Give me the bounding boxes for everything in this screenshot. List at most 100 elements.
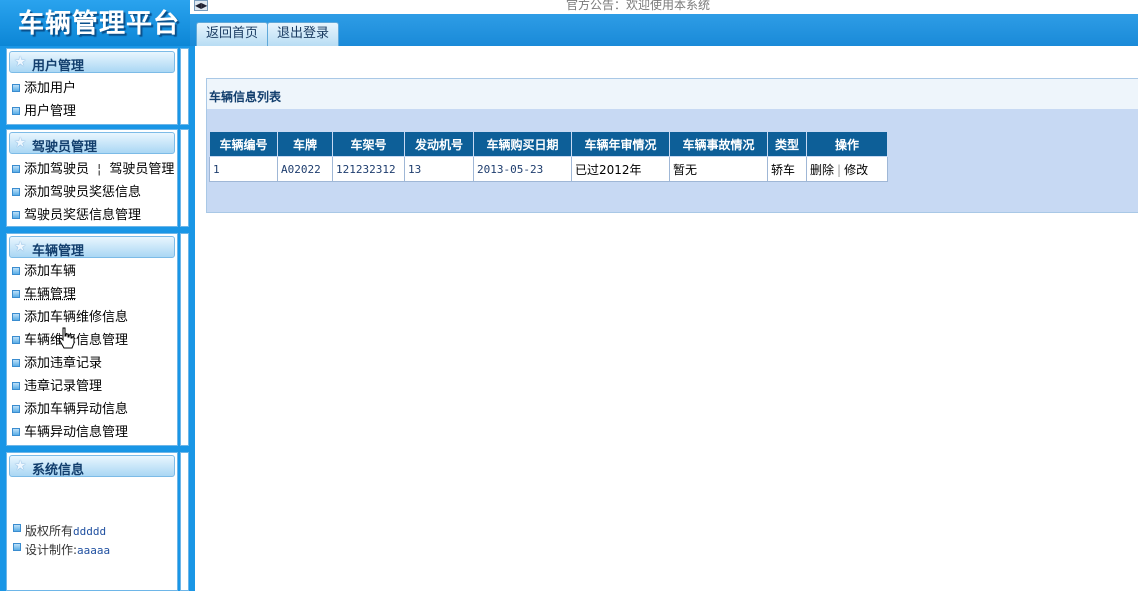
square-bullet-icon	[12, 336, 20, 344]
sidebar-item-label: 车辆异动信息管理	[24, 425, 129, 440]
section-header-drivers[interactable]: ★ 驾驶员管理	[9, 132, 175, 155]
sidebar-section-users: ★ 用户管理 添加用户 用户管理	[6, 48, 178, 125]
sidebar-item-add-repair[interactable]: 添加车辆维修信息	[12, 310, 128, 326]
sidebar-item-add-transfer[interactable]: 添加车辆异动信息	[12, 402, 128, 418]
design-value: aaaaa	[77, 544, 111, 557]
col-header-inspection: 车辆年审情况	[571, 131, 670, 157]
list-title: 车辆信息列表	[209, 90, 282, 104]
cell-inspection: 已过2012年	[571, 156, 670, 182]
action-separator: |	[837, 162, 842, 177]
table-row: 1 A02022 121232312 13 2013-05-23 已过2012年…	[209, 156, 888, 182]
sidebar-item-label: 添加车辆维修信息	[24, 310, 129, 325]
star-icon: ★	[14, 458, 27, 474]
sidebar-item-label: 添加车辆异动信息	[24, 402, 129, 417]
sidebar-section-system-info: ★ 系统信息 版权所有ddddd 设计制作:aaaaa	[6, 452, 178, 591]
sidebar-item-label: 用户管理	[24, 104, 77, 119]
sidebar-item-label: 添加用户	[24, 81, 77, 96]
copyright-value: ddddd	[73, 525, 107, 538]
sidebar-item-add-user[interactable]: 添加用户	[12, 81, 76, 97]
hand-pointer-icon	[58, 327, 75, 349]
col-header-engine: 发动机号	[404, 131, 474, 157]
star-icon: ★	[14, 239, 27, 255]
panel-side-bar	[180, 233, 189, 446]
sidebar-item-add-driver-reward[interactable]: 添加驾驶员奖惩信息	[12, 185, 141, 201]
design-line: 设计制作:aaaaa	[13, 541, 110, 558]
cell-actions: 删除 | 修改	[806, 156, 888, 182]
col-header-accident: 车辆事故情况	[669, 131, 768, 157]
section-title: 系统信息	[32, 463, 85, 478]
col-header-frame: 车架号	[332, 131, 405, 157]
square-bullet-icon	[12, 405, 20, 413]
collapse-toggle-icon[interactable]: ◀▶	[194, 0, 208, 11]
cell-frame: 121232312	[332, 156, 405, 182]
square-bullet-icon	[12, 211, 20, 219]
square-bullet-icon	[12, 84, 20, 92]
sidebar-item-label: 违章记录管理	[24, 379, 103, 394]
cell-id: 1	[209, 156, 278, 182]
square-bullet-icon	[12, 313, 20, 321]
section-header-system-info[interactable]: ★ 系统信息	[9, 455, 175, 478]
cell-purchase-date: 2013-05-23	[473, 156, 572, 182]
sidebar-item-label: 添加驾驶员奖惩信息	[24, 185, 142, 200]
tab-logout[interactable]: 退出登录	[267, 22, 340, 46]
main-content: 车辆信息列表 车辆编号 车牌 车架号 发动机号 车辆购买日期 车辆年审情况 车辆…	[195, 46, 1138, 591]
section-title: 用户管理	[32, 59, 85, 74]
square-bullet-icon	[12, 188, 20, 196]
star-icon: ★	[14, 54, 27, 70]
menu-separator: ¦	[97, 162, 102, 177]
app-window: 车辆管理平台 ◀▶ 官方公告：欢迎使用本系统 返回首页 退出登录 ★ 用户管理 …	[0, 0, 1138, 591]
col-header-id: 车辆编号	[209, 131, 278, 157]
square-bullet-icon	[12, 107, 20, 115]
copyright-line: 版权所有ddddd	[13, 522, 106, 539]
sidebar-item-vehicle-manage[interactable]: 车辆管理	[12, 287, 76, 303]
sidebar-item-add-vehicle[interactable]: 添加车辆	[12, 264, 76, 280]
delete-link[interactable]: 删除	[810, 163, 834, 177]
vehicle-list-panel: 车辆信息列表 车辆编号 车牌 车架号 发动机号 车辆购买日期 车辆年审情况 车辆…	[206, 78, 1138, 213]
app-title: 车辆管理平台	[18, 9, 181, 39]
section-header-users[interactable]: ★ 用户管理	[9, 51, 175, 74]
panel-side-bar	[180, 48, 189, 125]
sidebar-item-add-violation[interactable]: 添加违章记录	[12, 356, 102, 372]
square-bullet-icon	[13, 543, 21, 551]
square-bullet-icon	[12, 267, 20, 275]
vehicle-table: 车辆编号 车牌 车架号 发动机号 车辆购买日期 车辆年审情况 车辆事故情况 类型…	[209, 131, 888, 182]
sidebar-item-label: 车辆管理	[24, 287, 77, 302]
table-header-row: 车辆编号 车牌 车架号 发动机号 车辆购买日期 车辆年审情况 车辆事故情况 类型…	[209, 131, 888, 157]
section-title: 驾驶员管理	[32, 140, 98, 155]
section-header-vehicles[interactable]: ★ 车辆管理	[9, 236, 175, 259]
panel-side-bar	[180, 452, 189, 591]
square-bullet-icon	[13, 524, 21, 532]
cell-accident: 暂无	[669, 156, 768, 182]
header: 车辆管理平台 ◀▶ 官方公告：欢迎使用本系统 返回首页 退出登录	[0, 0, 1138, 46]
square-bullet-icon	[12, 165, 20, 173]
tab-home[interactable]: 返回首页	[196, 22, 269, 46]
sidebar-item-user-manage[interactable]: 用户管理	[12, 104, 76, 120]
sidebar-section-drivers: ★ 驾驶员管理 添加驾驶员 ¦ 驾驶员管理 添加驾驶员奖惩信息 驾驶员奖惩信息管理	[6, 129, 178, 227]
edit-link[interactable]: 修改	[844, 163, 868, 177]
col-header-actions: 操作	[806, 131, 888, 157]
cell-engine: 13	[404, 156, 474, 182]
cell-type: 轿车	[767, 156, 807, 182]
sidebar-section-vehicles: ★ 车辆管理 添加车辆 车辆管理 添加车辆维修信息 车辆维修信息管理 添加违章记…	[6, 233, 178, 446]
sidebar-item-label: 车辆维修信息管理	[24, 333, 129, 348]
star-icon: ★	[14, 135, 27, 151]
announcement-text: 官方公告：欢迎使用本系统	[566, 0, 711, 12]
sidebar-item-label: 添加车辆	[24, 264, 77, 279]
col-header-type: 类型	[767, 131, 807, 157]
square-bullet-icon	[12, 382, 20, 390]
sidebar-item-label: 添加违章记录	[24, 356, 103, 371]
copyright-label: 版权所有	[25, 524, 74, 538]
sidebar-item-transfer-manage[interactable]: 车辆异动信息管理	[12, 425, 128, 441]
col-header-purchase-date: 车辆购买日期	[473, 131, 572, 157]
col-header-plate: 车牌	[277, 131, 333, 157]
square-bullet-icon	[12, 428, 20, 436]
sidebar-item-driver-reward-manage[interactable]: 驾驶员奖惩信息管理	[12, 208, 141, 224]
design-label: 设计制作:	[25, 543, 78, 557]
sidebar-item-add-driver[interactable]: 添加驾驶员	[24, 162, 89, 177]
list-title-bar: 车辆信息列表	[207, 79, 1138, 109]
sidebar-item-driver-manage[interactable]: 驾驶员管理	[109, 162, 174, 177]
sidebar-item-violation-manage[interactable]: 违章记录管理	[12, 379, 102, 395]
cell-plate: A02022	[277, 156, 333, 182]
square-bullet-icon	[12, 359, 20, 367]
sidebar-item-add-driver-row: 添加驾驶员 ¦ 驾驶员管理	[12, 162, 174, 178]
